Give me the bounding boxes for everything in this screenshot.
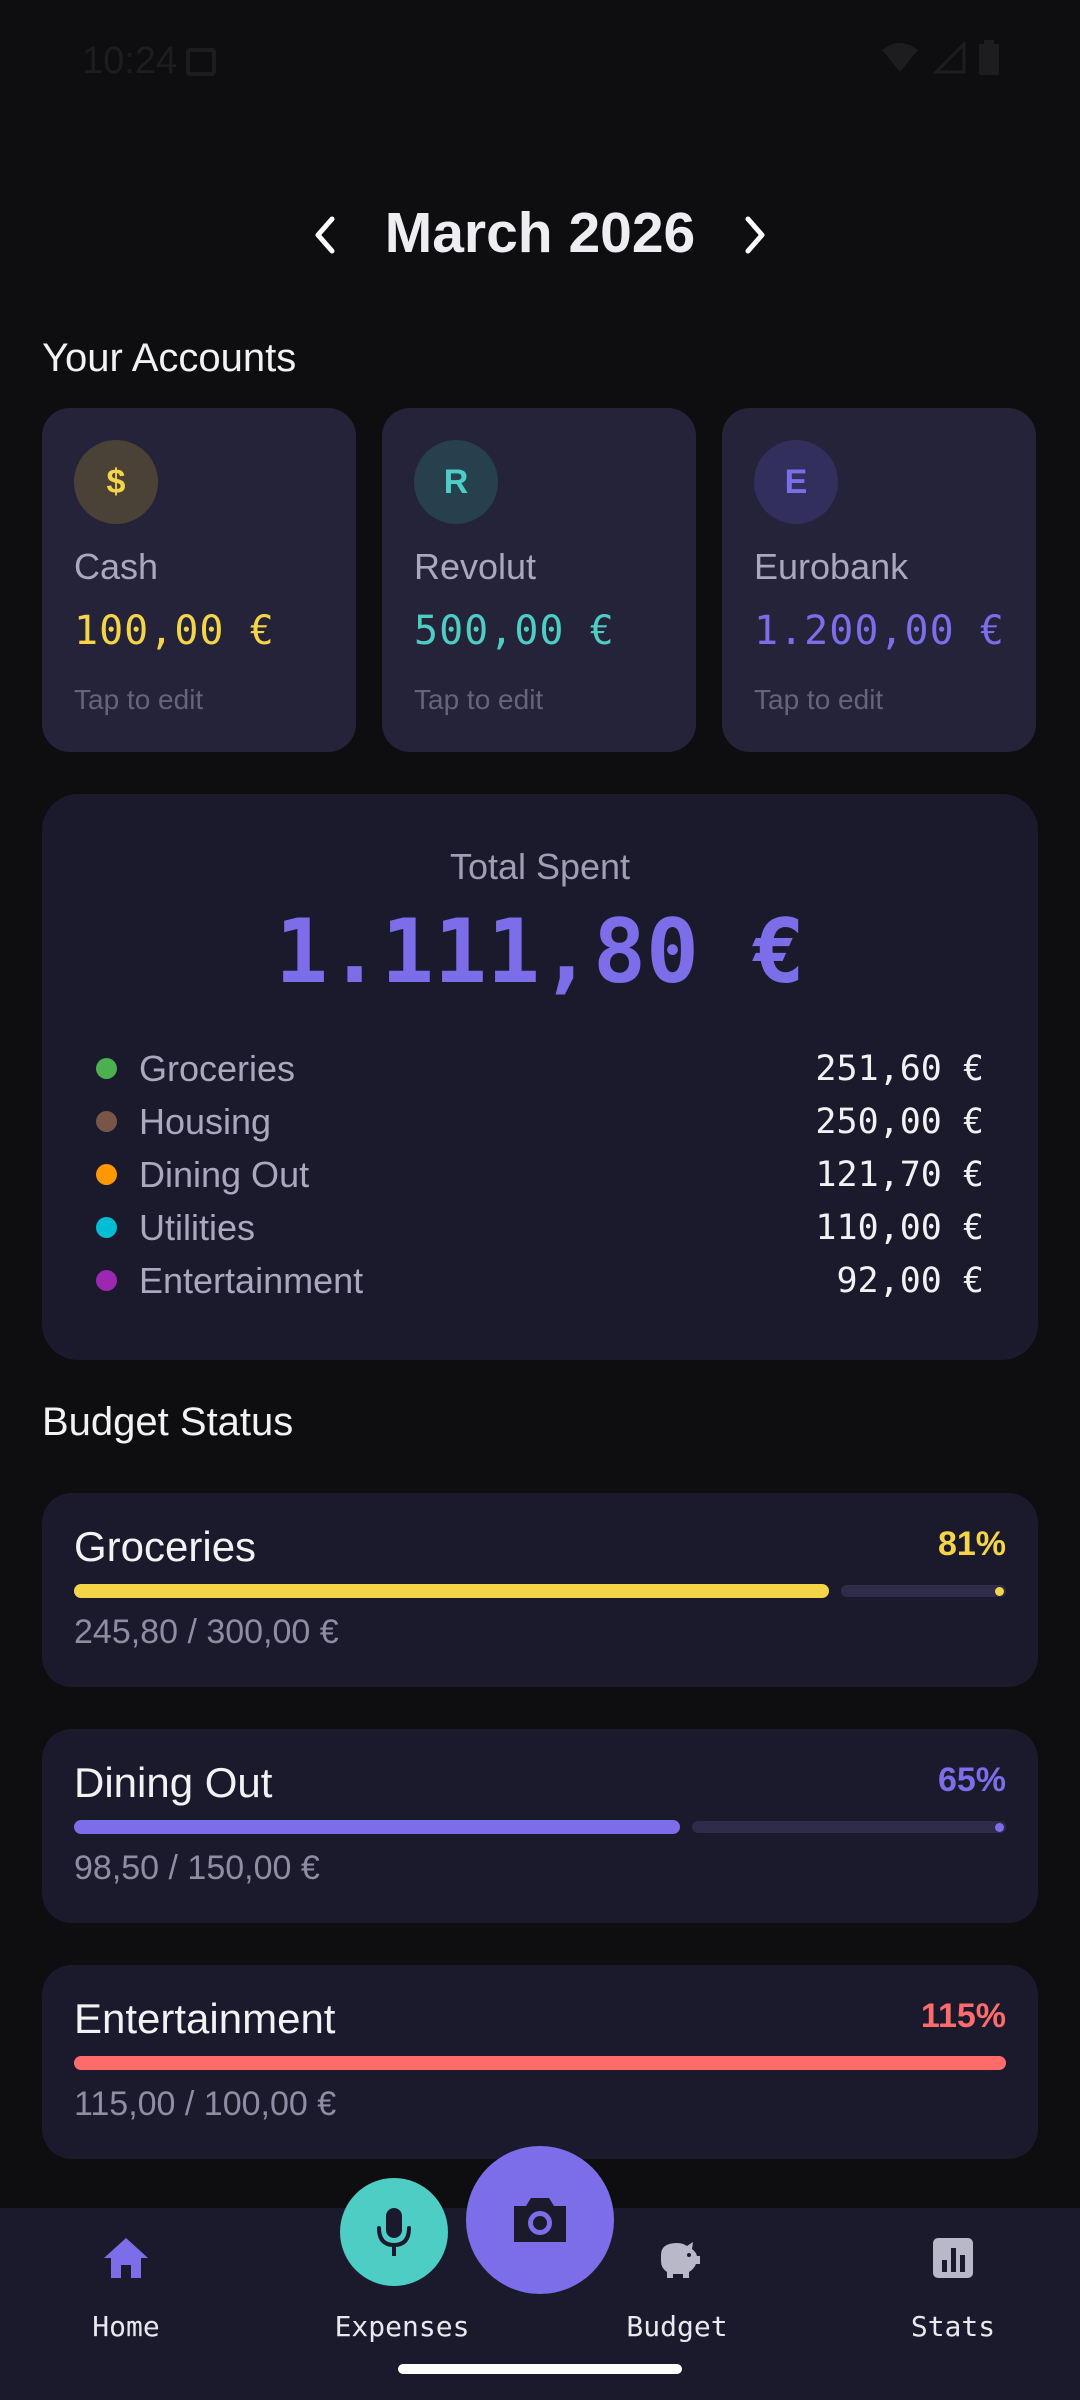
nav-expenses-label: Expenses xyxy=(334,2310,470,2343)
account-balance: 100,00 € xyxy=(74,608,275,654)
scan-receipt-button[interactable] xyxy=(466,2146,614,2294)
budget-detail: 98,50 / 150,00 € xyxy=(74,1849,320,1887)
budget-progress-fill xyxy=(74,2056,1006,2070)
account-avatar: R xyxy=(414,440,498,524)
account-card-cash[interactable]: $ Cash 100,00 € Tap to edit xyxy=(42,408,356,752)
nav-home[interactable]: Home xyxy=(26,2208,226,2368)
budget-percent: 81% xyxy=(937,1525,1006,1563)
budget-card-groceries[interactable]: Groceries 81% 245,80 / 300,00 € xyxy=(42,1493,1038,1687)
budget-progress-bar xyxy=(74,1820,1006,1834)
category-name: Groceries xyxy=(139,1047,296,1089)
category-amount: 121,70 € xyxy=(815,1154,984,1195)
category-row-groceries: Groceries 251,60 € xyxy=(96,1042,984,1095)
piggy-bank-icon xyxy=(661,2242,700,2278)
nav-stats[interactable]: Stats xyxy=(853,2208,1053,2368)
category-color-dot xyxy=(96,1111,117,1132)
category-amount: 250,00 € xyxy=(815,1101,984,1142)
account-name: Revolut xyxy=(414,546,537,587)
budget-name: Dining Out xyxy=(74,1759,273,1806)
total-spent-label: Total Spent xyxy=(449,846,631,887)
screenshot-icon xyxy=(186,48,216,76)
category-amount: 251,60 € xyxy=(815,1048,984,1089)
category-color-dot xyxy=(96,1217,117,1238)
budget-name: Entertainment xyxy=(74,1995,336,2042)
month-title: March 2026 xyxy=(384,201,696,265)
nav-stats-label: Stats xyxy=(910,2310,996,2343)
accounts-title: Your Accounts xyxy=(42,336,297,380)
camera-icon xyxy=(514,2198,566,2242)
home-icon xyxy=(104,2238,148,2278)
accounts-list: $ Cash 100,00 € Tap to edit R Revolut 50… xyxy=(42,408,1038,752)
budget-detail: 245,80 / 300,00 € xyxy=(74,1613,339,1651)
microphone-icon xyxy=(377,2208,411,2256)
category-amount: 110,00 € xyxy=(815,1207,984,1248)
nav-budget-label: Budget xyxy=(626,2310,728,2343)
category-color-dot xyxy=(96,1164,117,1185)
nav-home-label: Home xyxy=(92,2310,160,2343)
status-bar: 10:24 xyxy=(0,0,1080,128)
budget-percent: 115% xyxy=(920,1997,1006,2035)
category-row-utilities: Utilities 110,00 € xyxy=(96,1201,984,1254)
budget-progress-bar xyxy=(74,1584,1006,1598)
budget-card-dining-out[interactable]: Dining Out 65% 98,50 / 150,00 € xyxy=(42,1729,1038,1923)
account-name: Cash xyxy=(74,546,159,587)
battery-icon xyxy=(979,40,999,75)
budget-progress-remaining xyxy=(841,1585,1006,1597)
account-edit-hint: Tap to edit xyxy=(74,684,204,715)
budget-progress-fill xyxy=(74,1584,829,1598)
account-avatar: E xyxy=(754,440,838,524)
budget-progress-remaining xyxy=(692,1821,1006,1833)
category-row-dining-out: Dining Out 121,70 € xyxy=(96,1148,984,1201)
signal-icon xyxy=(932,42,966,74)
chevron-right-icon xyxy=(745,216,765,254)
budget-progress-fill xyxy=(74,1820,680,1834)
account-name: Eurobank xyxy=(754,546,909,587)
status-icons xyxy=(880,40,1000,76)
budget-progress-end-dot xyxy=(995,1587,1004,1596)
category-amount: 92,00 € xyxy=(836,1260,984,1301)
category-color-dot xyxy=(96,1058,117,1079)
budget-card-entertainment[interactable]: Entertainment 115% 115,00 / 100,00 € xyxy=(42,1965,1038,2159)
total-spent-amount: 1.111,80 € xyxy=(275,900,805,1003)
account-edit-hint: Tap to edit xyxy=(754,684,884,715)
budget-name: Groceries xyxy=(74,1523,257,1570)
month-nav: March 2026 xyxy=(0,190,1080,280)
voice-input-button[interactable] xyxy=(340,2178,448,2286)
category-row-entertainment: Entertainment 92,00 € xyxy=(96,1254,984,1307)
next-month-button[interactable] xyxy=(725,205,785,265)
home-indicator[interactable] xyxy=(398,2364,682,2374)
category-list: Groceries 251,60 € Housing 250,00 € Dini… xyxy=(96,1042,984,1307)
status-time: 10:24 xyxy=(82,40,178,82)
category-name: Entertainment xyxy=(139,1259,364,1301)
category-name: Dining Out xyxy=(139,1153,310,1195)
account-card-eurobank[interactable]: E Eurobank 1.200,00 € Tap to edit xyxy=(722,408,1036,752)
account-balance: 1.200,00 € xyxy=(754,608,1005,654)
account-card-revolut[interactable]: R Revolut 500,00 € Tap to edit xyxy=(382,408,696,752)
budget-percent: 65% xyxy=(937,1761,1006,1799)
category-name: Housing xyxy=(139,1100,272,1142)
category-row-housing: Housing 250,00 € xyxy=(96,1095,984,1148)
account-avatar: $ xyxy=(74,440,158,524)
total-spent-card: Total Spent 1.111,80 € Groceries 251,60 … xyxy=(42,794,1038,1360)
screen: 10:24 March 2026 Your Accounts $ Cash 10… xyxy=(0,0,1080,2400)
budget-progress-bar xyxy=(74,2056,1006,2070)
budget-progress-end-dot xyxy=(995,1823,1004,1832)
stats-icon xyxy=(933,2238,973,2278)
budget-status-title: Budget Status xyxy=(42,1400,294,1444)
budget-detail: 115,00 / 100,00 € xyxy=(74,2085,337,2123)
account-edit-hint: Tap to edit xyxy=(414,684,544,715)
category-color-dot xyxy=(96,1270,117,1291)
category-name: Utilities xyxy=(139,1206,256,1248)
wifi-icon xyxy=(882,43,918,72)
account-balance: 500,00 € xyxy=(414,608,615,654)
